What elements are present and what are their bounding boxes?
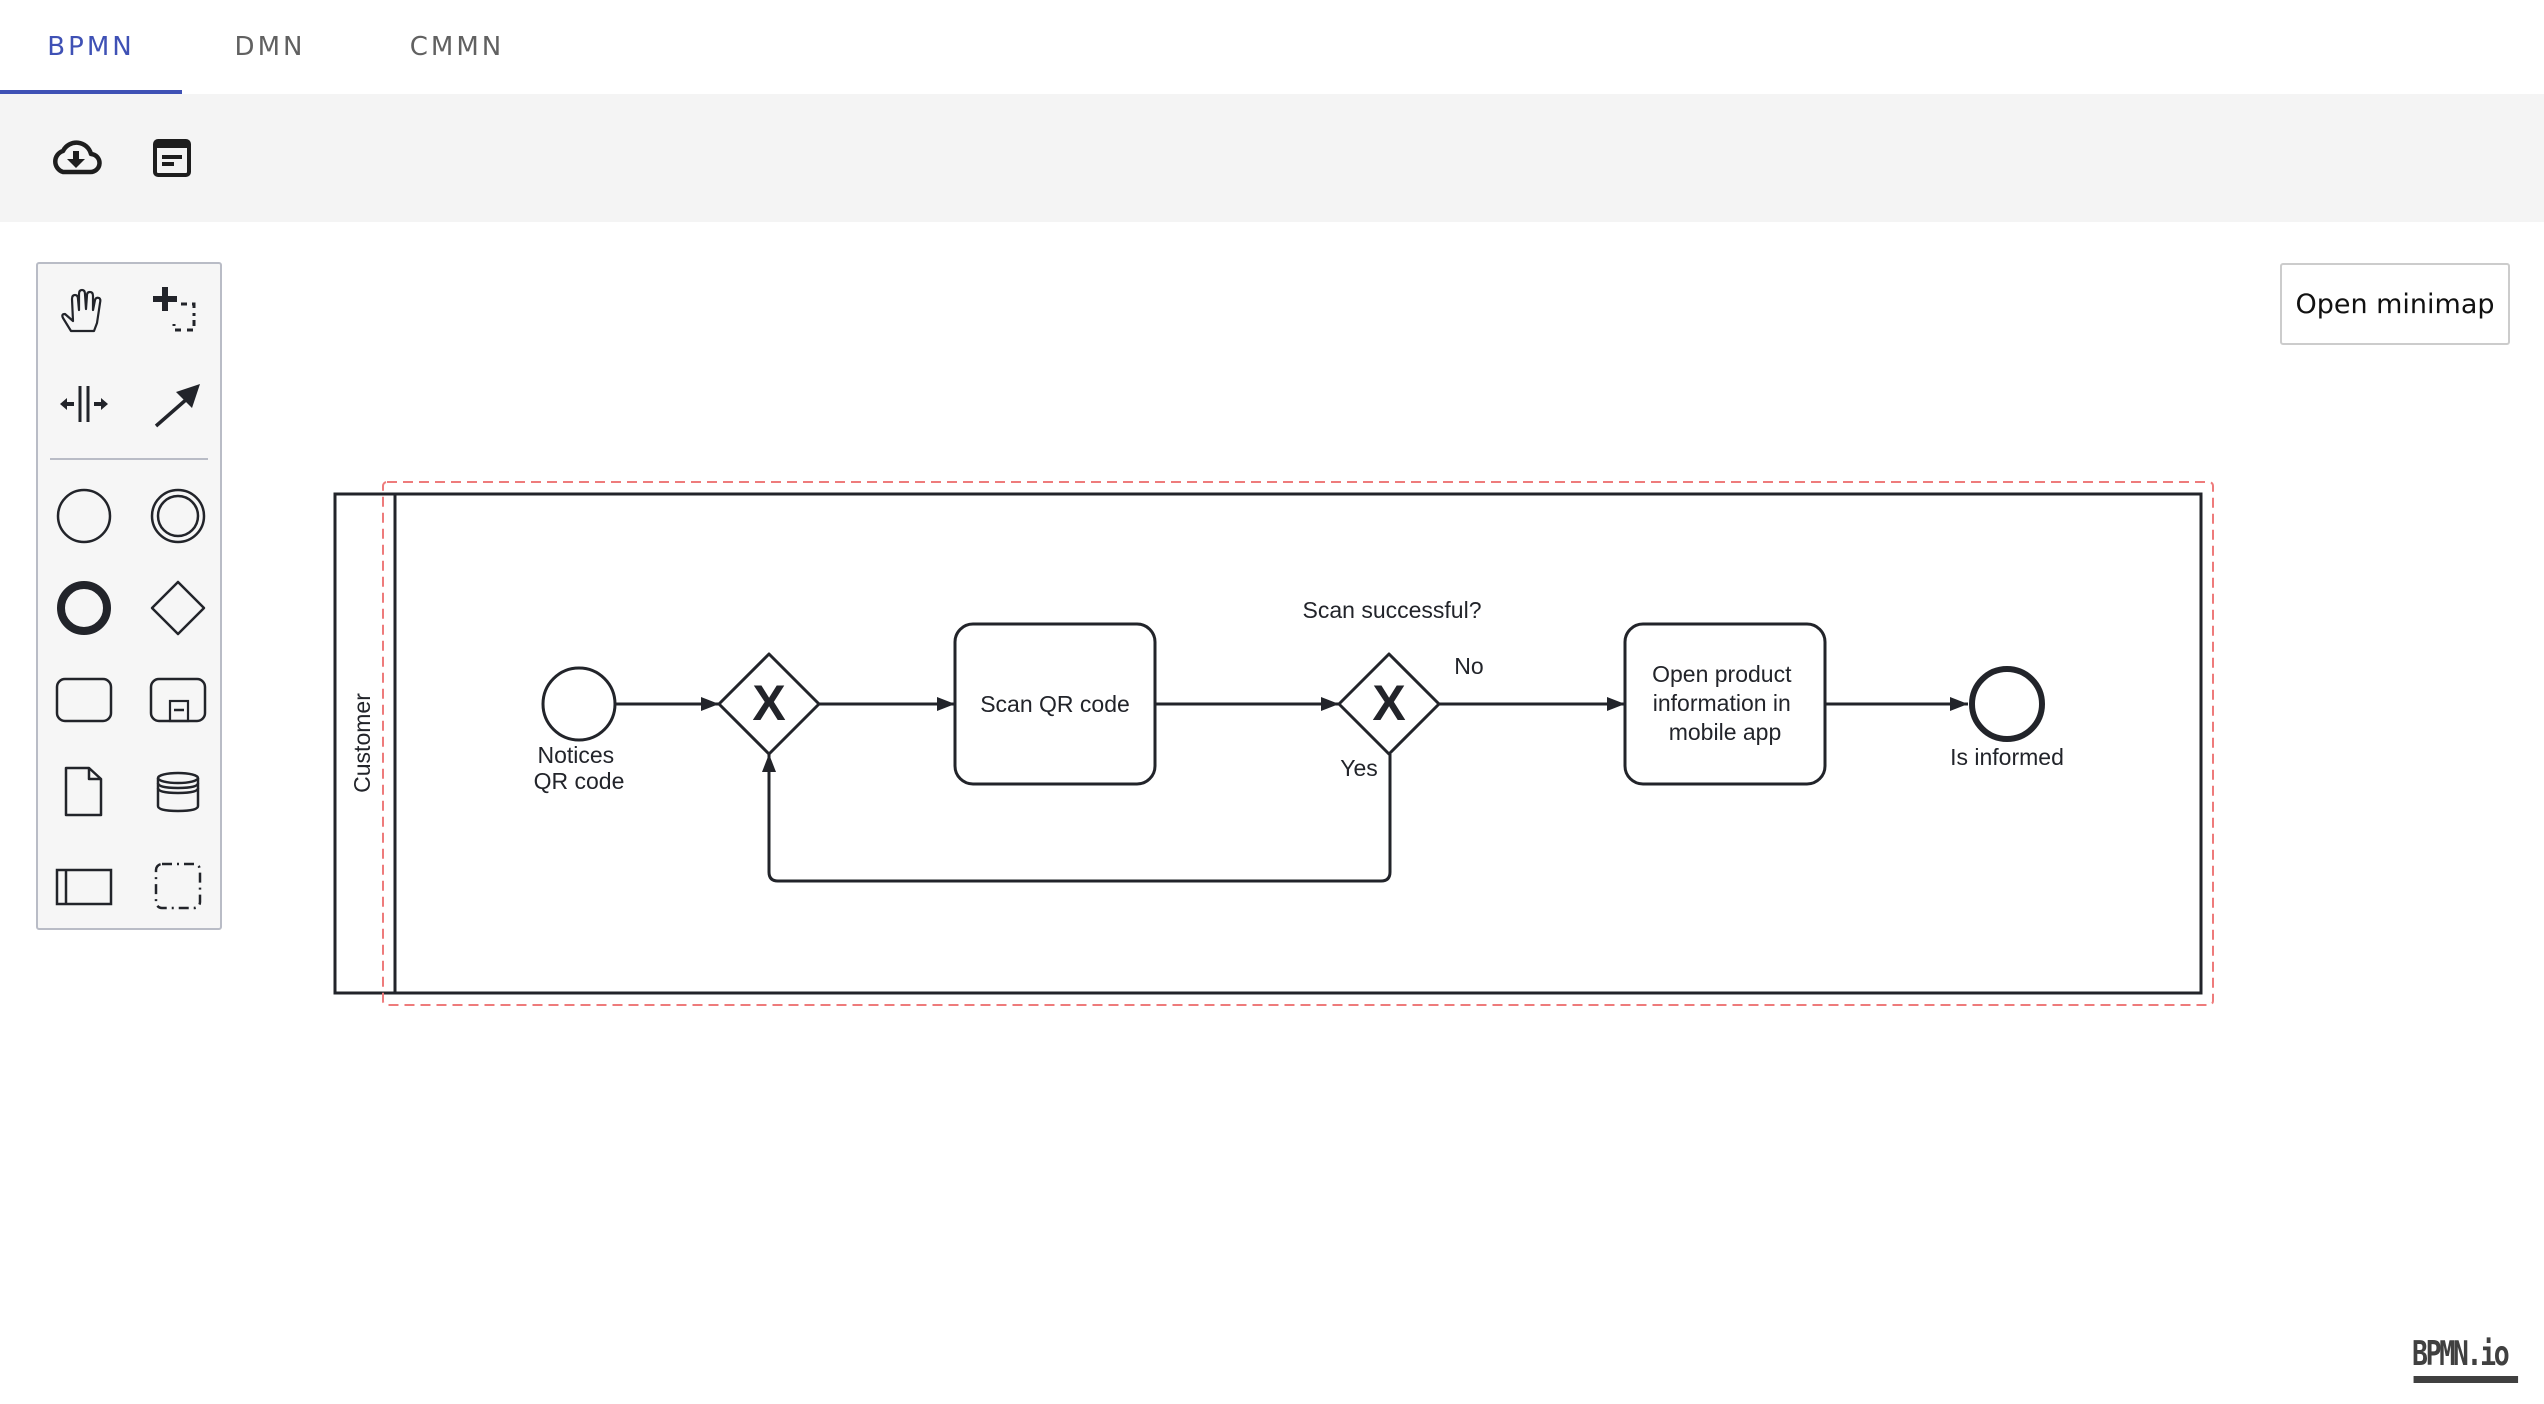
create-gateway[interactable] (142, 572, 214, 644)
flow-no-label: No (1454, 653, 1483, 679)
download-button[interactable] (44, 126, 108, 190)
intermediate-event-icon (150, 488, 206, 544)
hand-tool-icon (61, 288, 102, 333)
decision-gateway-label: Scan successful? (1303, 597, 1482, 623)
gateway-x-marker: X (752, 675, 785, 731)
task-label-line: information in (1653, 690, 1791, 716)
bpmn-io-logo-underline (2413, 1376, 2519, 1383)
end-event-label: Is informed (1950, 744, 2064, 770)
space-tool-icon (60, 386, 108, 422)
pool-label: Customer (349, 693, 375, 793)
task-label: Open product information in mobile app (1652, 661, 1798, 745)
global-connect-tool-icon (154, 384, 200, 428)
start-event-label-line: QR code (534, 768, 625, 794)
tab-bar: BPMN DMN CMMN (0, 0, 2544, 94)
palette (36, 262, 222, 930)
tab-cmmn[interactable]: CMMN (358, 0, 556, 94)
task-label: Scan QR code (980, 691, 1130, 717)
create-pool[interactable] (48, 848, 120, 920)
lasso-tool[interactable] (142, 276, 214, 348)
open-minimap-button[interactable]: Open minimap (2280, 263, 2510, 345)
tab-bpmn[interactable]: BPMN (0, 0, 182, 94)
create-start-event[interactable] (48, 480, 120, 552)
task-label-line: mobile app (1669, 719, 1782, 745)
palette-separator (50, 458, 208, 460)
create-subprocess[interactable] (142, 664, 214, 736)
data-object-icon (64, 766, 103, 817)
flow-yes-label: Yes (1340, 755, 1378, 781)
participant-icon (55, 868, 113, 906)
start-event-icon (56, 488, 112, 544)
properties-button[interactable] (140, 126, 204, 190)
end-event-icon (57, 581, 111, 635)
task-label-line: Scan QR code (980, 691, 1130, 717)
space-tool[interactable] (48, 368, 120, 440)
create-group[interactable] (142, 848, 214, 920)
cloud-download-icon (53, 140, 102, 175)
data-store-icon (156, 771, 200, 813)
task-icon (55, 677, 113, 723)
create-intermediate-event[interactable] (142, 480, 214, 552)
group-icon (154, 862, 202, 910)
gateway-icon (150, 580, 206, 636)
start-event-label-line: Notices (537, 742, 614, 768)
start-event-label: Notices QR code (534, 742, 625, 794)
end-event[interactable] (1969, 666, 2045, 742)
task-open-product-information[interactable]: Open product information in mobile app (1623, 622, 1827, 786)
global-connect-tool[interactable] (142, 368, 214, 440)
create-end-event[interactable] (48, 572, 120, 644)
hand-tool[interactable] (48, 276, 120, 348)
create-data-object[interactable] (48, 756, 120, 828)
subprocess-icon (149, 677, 207, 723)
tab-dmn[interactable]: DMN (182, 0, 358, 94)
start-event[interactable] (541, 666, 617, 742)
create-task[interactable] (48, 664, 120, 736)
task-scan-qr-code[interactable]: Scan QR code (953, 622, 1157, 786)
notes-icon (153, 139, 191, 177)
toolbar (0, 94, 2544, 222)
bpmn-io-logo-link[interactable]: BPMN.io (2412, 1336, 2519, 1386)
gateway-x-marker: X (1372, 675, 1405, 731)
task-label-line: Open product (1652, 661, 1792, 687)
lasso-tool-icon (153, 287, 196, 332)
create-data-store[interactable] (142, 756, 214, 828)
bpmn-io-logo-text: BPMN.io (2412, 1334, 2510, 1374)
